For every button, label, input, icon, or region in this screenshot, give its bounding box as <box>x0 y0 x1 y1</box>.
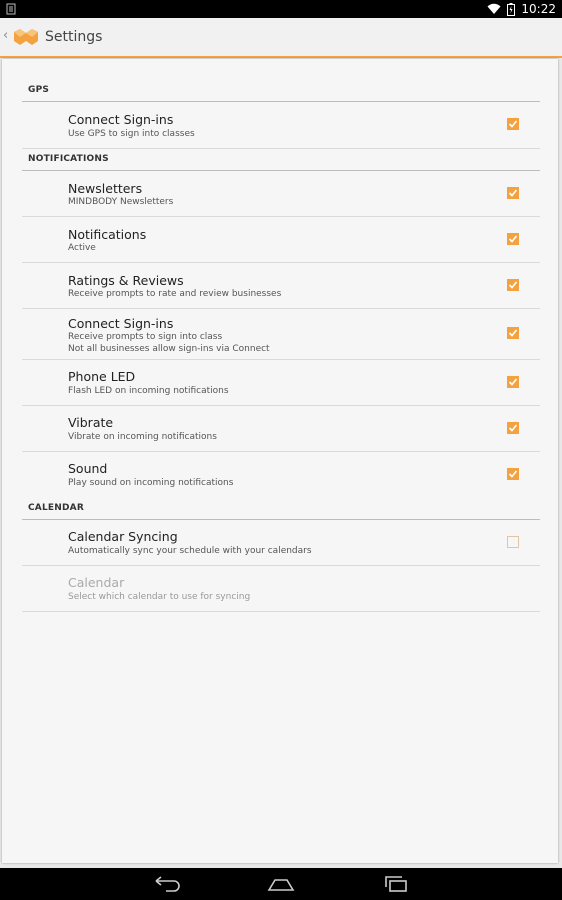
checkbox-checked[interactable] <box>507 422 519 434</box>
check-icon <box>508 378 518 386</box>
check-icon <box>508 235 518 243</box>
setting-title: Ratings & Reviews <box>68 273 184 288</box>
setting-subtitle: Play sound on incoming notifications <box>68 478 234 488</box>
setting-title: Phone LED <box>68 369 136 384</box>
check-icon <box>508 281 518 289</box>
checkbox-checked[interactable] <box>507 376 519 388</box>
checkbox-checked[interactable] <box>507 187 519 199</box>
setting-title: Calendar <box>68 575 125 590</box>
checkbox-unchecked[interactable] <box>507 536 519 548</box>
recent-apps-icon[interactable] <box>381 874 411 894</box>
setting-phone-led[interactable]: Phone LED Flash LED on incoming notifica… <box>22 360 540 406</box>
setting-title: Connect Sign-ins <box>68 112 174 127</box>
section-header-notifications: NOTIFICATIONS <box>22 150 540 171</box>
setting-subtitle: MINDBODY Newsletters <box>68 197 174 207</box>
setting-title: Vibrate <box>68 415 114 430</box>
setting-subtitle: Active <box>68 243 96 253</box>
home-icon[interactable] <box>266 874 296 894</box>
section-header-calendar: CALENDAR <box>22 499 540 520</box>
check-icon <box>508 120 518 128</box>
up-chevron-icon[interactable]: ‹ <box>3 28 8 43</box>
setting-subtitle: Receive prompts to sign into class <box>68 332 223 342</box>
clock: 10:22 <box>521 2 556 16</box>
section-header-gps: GPS <box>22 81 540 102</box>
checkbox-checked[interactable] <box>507 118 519 130</box>
setting-newsletters[interactable]: Newsletters MINDBODY Newsletters <box>22 171 540 217</box>
checkbox-checked[interactable] <box>507 279 519 291</box>
setting-subtitle: Vibrate on incoming notifications <box>68 432 217 442</box>
action-bar: ‹ Settings <box>0 18 562 58</box>
settings-list: GPS Connect Sign-ins Use GPS to sign int… <box>2 59 558 863</box>
setting-vibrate[interactable]: Vibrate Vibrate on incoming notification… <box>22 406 540 452</box>
setting-subtitle: Select which calendar to use for syncing <box>68 592 251 602</box>
navigation-bar <box>0 868 562 900</box>
setting-subtitle-secondary: Not all businesses allow sign-ins via Co… <box>68 344 270 354</box>
page-title: Settings <box>45 29 103 45</box>
setting-title: Notifications <box>68 227 147 242</box>
notification-icon <box>6 3 16 15</box>
setting-gps-connect-sign-ins[interactable]: Connect Sign-ins Use GPS to sign into cl… <box>22 102 540 149</box>
checkbox-checked[interactable] <box>507 233 519 245</box>
check-icon <box>508 329 518 337</box>
checkbox-checked[interactable] <box>507 327 519 339</box>
check-icon <box>508 424 518 432</box>
setting-subtitle: Use GPS to sign into classes <box>68 129 195 139</box>
setting-title: Sound <box>68 461 108 476</box>
setting-calendar: Calendar Select which calendar to use fo… <box>22 566 540 612</box>
setting-calendar-syncing[interactable]: Calendar Syncing Automatically sync your… <box>22 520 540 566</box>
setting-notif-connect-sign-ins[interactable]: Connect Sign-ins Receive prompts to sign… <box>22 309 540 360</box>
setting-sound[interactable]: Sound Play sound on incoming notificatio… <box>22 452 540 497</box>
setting-title: Newsletters <box>68 181 143 196</box>
wifi-icon <box>487 3 501 14</box>
back-icon[interactable] <box>152 874 182 894</box>
check-icon <box>508 470 518 478</box>
setting-notifications[interactable]: Notifications Active <box>22 217 540 263</box>
check-icon <box>508 189 518 197</box>
battery-icon <box>507 2 516 16</box>
setting-ratings-reviews[interactable]: Ratings & Reviews Receive prompts to rat… <box>22 263 540 309</box>
setting-subtitle: Flash LED on incoming notifications <box>68 386 229 396</box>
setting-title: Connect Sign-ins <box>68 316 174 331</box>
setting-subtitle: Receive prompts to rate and review busin… <box>68 289 282 299</box>
app-logo[interactable] <box>12 28 40 46</box>
checkbox-checked[interactable] <box>507 468 519 480</box>
status-bar: 10:22 <box>0 0 562 18</box>
setting-subtitle: Automatically sync your schedule with yo… <box>68 546 312 556</box>
setting-title: Calendar Syncing <box>68 529 178 544</box>
